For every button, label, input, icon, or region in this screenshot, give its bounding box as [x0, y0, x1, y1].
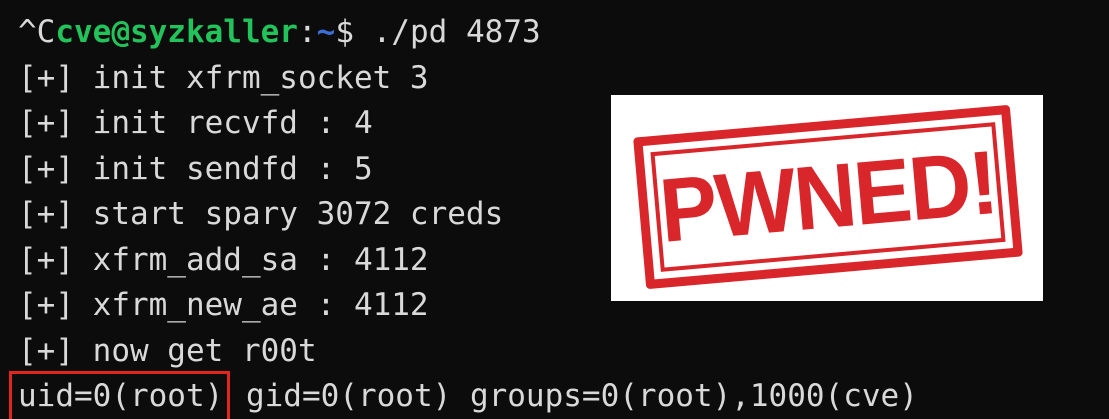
- output-line: [+] now get r00t: [18, 332, 317, 369]
- interrupt-text: ^C: [18, 14, 56, 50]
- prompt-symbol: $: [335, 14, 354, 50]
- pwned-stamp: PWNED!: [633, 104, 1023, 290]
- prompt-line: ^Ccve@syzkaller:~$ ./pd 4873: [18, 10, 918, 56]
- terminal-window[interactable]: ^Ccve@syzkaller:~$ ./pd 4873 [+] init xf…: [0, 0, 1109, 419]
- prompt-user-host: cve@syzkaller: [55, 14, 298, 50]
- id-output-rest: gid=0(root) groups=0(root),1000(cve): [227, 378, 918, 414]
- prompt-path: ~: [316, 14, 336, 50]
- prompt-colon: :: [297, 14, 317, 50]
- pwned-image: PWNED!: [611, 95, 1043, 301]
- command-text: ./pd 4873: [353, 14, 541, 50]
- uid-highlight-box: uid=0(root): [8, 371, 231, 419]
- id-output-line: uid=0(root) gid=0(root) groups=0(root),1…: [8, 371, 918, 419]
